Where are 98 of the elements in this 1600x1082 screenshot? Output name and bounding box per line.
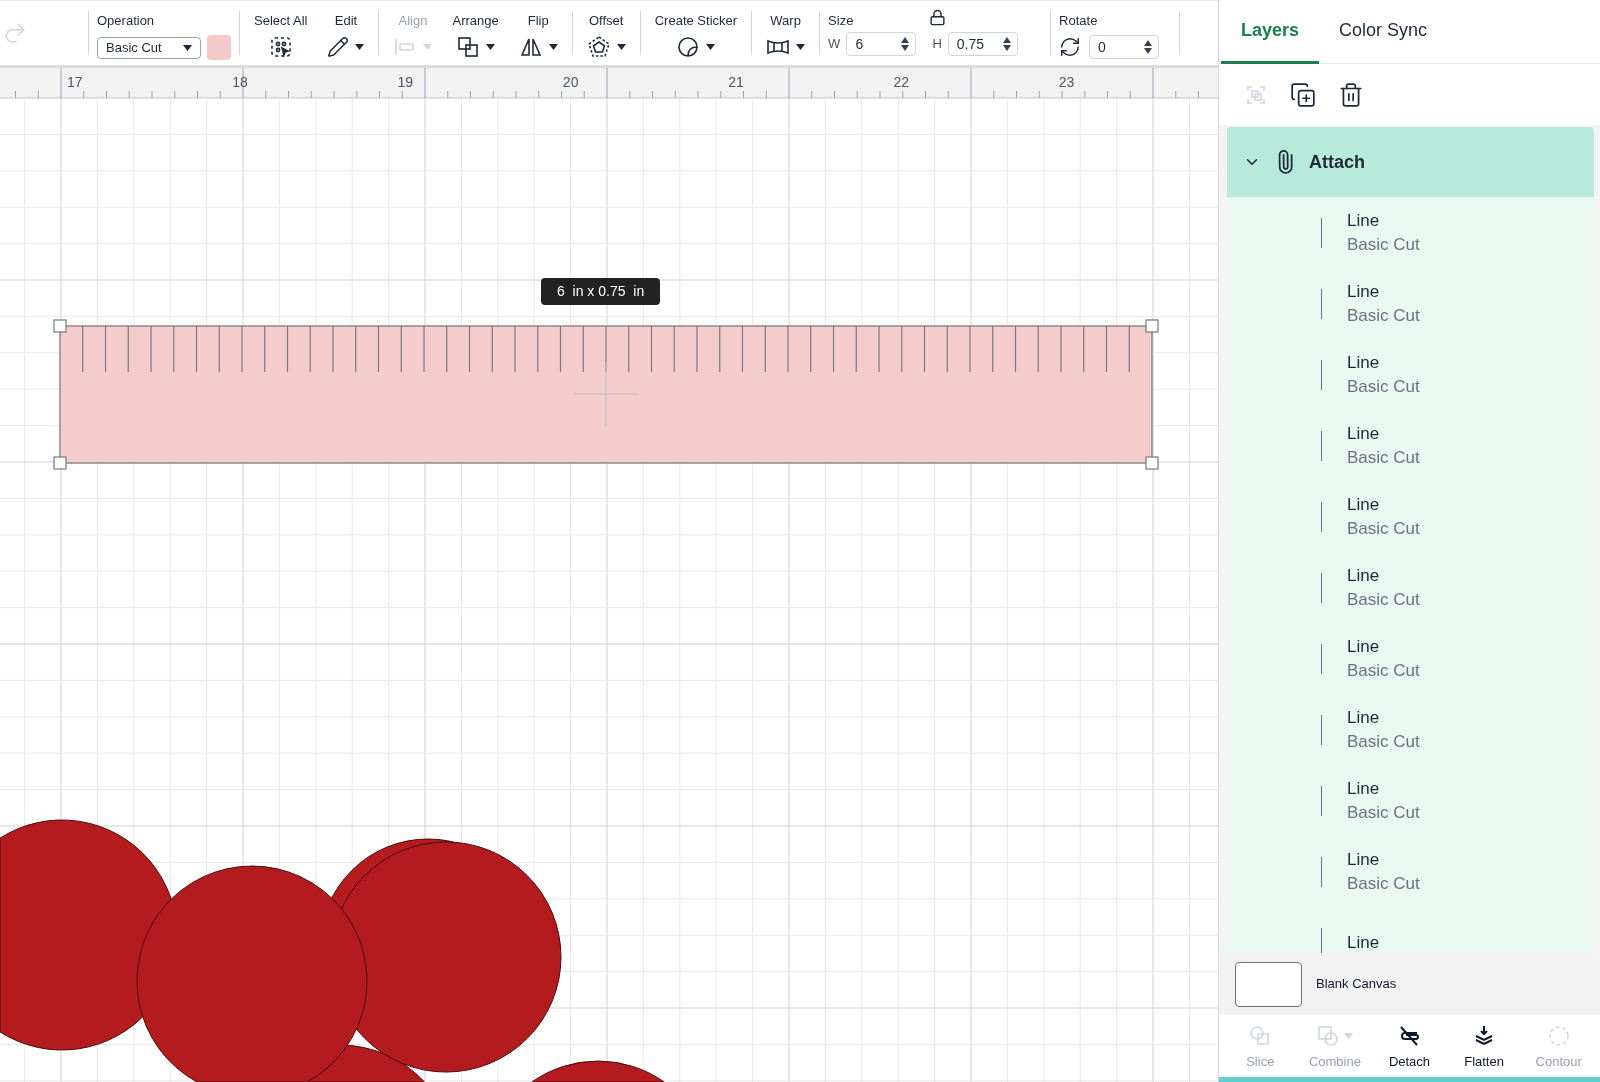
caret-icon xyxy=(1344,1033,1354,1039)
width-field[interactable]: 6 xyxy=(846,32,917,56)
layer-row[interactable]: Line Basic Cut xyxy=(1227,765,1594,836)
layer-operation: Basic Cut xyxy=(1347,233,1420,256)
caret-icon xyxy=(183,44,193,51)
layer-group-header[interactable]: Attach xyxy=(1227,127,1594,197)
toolbar-button[interactable]: Arrange xyxy=(446,1,505,65)
layer-row[interactable]: Line Basic Cut xyxy=(1227,623,1594,694)
ruler-label: 18 xyxy=(232,74,248,90)
offset-icon xyxy=(586,35,611,59)
bottom-action-button[interactable]: Flatten xyxy=(1449,1015,1520,1077)
spinner-icon[interactable] xyxy=(1144,40,1153,54)
layer-color-swatch[interactable] xyxy=(207,35,231,60)
toolbar-button[interactable]: Select All xyxy=(248,1,314,65)
resize-handle[interactable] xyxy=(1145,319,1159,333)
select-all-icon xyxy=(268,35,293,59)
arrange-icon xyxy=(456,35,481,59)
caret-icon xyxy=(423,44,433,50)
layer-name: Line xyxy=(1347,209,1381,232)
layer-row[interactable]: Line xyxy=(1227,907,1594,953)
spinner-icon[interactable] xyxy=(901,37,910,51)
layer-row[interactable]: Line Basic Cut xyxy=(1227,481,1594,552)
height-field[interactable]: 0.75 xyxy=(947,32,1018,56)
rotate-icon[interactable] xyxy=(1059,36,1082,58)
layer-name: Line xyxy=(1347,635,1381,658)
sticker-icon xyxy=(676,35,701,59)
layer-name: Line xyxy=(1347,931,1380,953)
panel-tab[interactable]: Color Sync xyxy=(1319,0,1448,64)
detach-icon xyxy=(1397,1024,1422,1048)
layer-operation: Basic Cut xyxy=(1347,872,1420,895)
canvas-name: Blank Canvas xyxy=(1316,975,1397,994)
layer-operation: Basic Cut xyxy=(1347,375,1420,398)
ruler-label: 19 xyxy=(397,74,414,90)
ruler-label: 22 xyxy=(893,74,909,90)
layer-row[interactable]: Line Basic Cut xyxy=(1227,410,1594,481)
layer-operation: Basic Cut xyxy=(1347,446,1420,469)
toolbar-button[interactable]: Flip xyxy=(512,1,564,65)
combine-icon xyxy=(1316,1024,1341,1048)
resize-handle[interactable] xyxy=(53,456,67,470)
rotate-label: Rotate xyxy=(1059,13,1099,29)
canvas-row[interactable]: Blank Canvas xyxy=(1219,953,1600,1015)
width-label: W xyxy=(828,35,841,54)
toolbar-button[interactable]: Offset xyxy=(580,1,632,65)
caret-icon xyxy=(616,44,626,50)
layer-name: Line xyxy=(1347,351,1381,374)
layer-name: Line xyxy=(1347,777,1381,800)
layer-action-button[interactable] xyxy=(1337,80,1365,109)
resize-handle[interactable] xyxy=(1145,456,1159,470)
trash-icon xyxy=(1338,81,1364,108)
operation-select[interactable]: Basic Cut xyxy=(97,36,202,59)
caret-icon xyxy=(486,44,496,50)
resize-handle[interactable] xyxy=(53,319,67,333)
layer-name: Line xyxy=(1347,706,1381,729)
layer-operation: Basic Cut xyxy=(1347,801,1420,824)
group-name: Attach xyxy=(1309,150,1365,174)
operation-label: Operation xyxy=(97,13,156,29)
toolbar-button[interactable]: Warp xyxy=(760,1,812,65)
canvas-thumbnail xyxy=(1235,961,1302,1007)
caret-icon xyxy=(706,44,716,50)
layer-operation: Basic Cut xyxy=(1347,730,1420,753)
layer-name: Line xyxy=(1347,422,1381,445)
ruler-label: 23 xyxy=(1058,74,1075,90)
circles-drawing[interactable] xyxy=(0,819,665,1082)
layer-name: Line xyxy=(1347,848,1381,871)
layer-name: Line xyxy=(1347,493,1381,516)
toolbar-button[interactable]: Edit xyxy=(321,1,371,65)
layer-operation: Basic Cut xyxy=(1347,588,1420,611)
layer-row[interactable]: Line Basic Cut xyxy=(1227,552,1594,623)
rotate-field[interactable]: 0 xyxy=(1089,35,1160,59)
duplicate-icon xyxy=(1290,81,1316,108)
caret-icon xyxy=(355,44,365,50)
layer-name: Line xyxy=(1347,564,1381,587)
bottom-action-button[interactable]: Detach xyxy=(1374,1015,1445,1077)
layer-row[interactable]: Line Basic Cut xyxy=(1227,197,1594,268)
caret-icon xyxy=(796,44,806,50)
caret-icon xyxy=(548,44,558,50)
ruler-label: 17 xyxy=(67,74,83,90)
layer-row[interactable]: Line Basic Cut xyxy=(1227,268,1594,339)
layer-operation: Basic Cut xyxy=(1347,304,1420,327)
contour-icon xyxy=(1546,1024,1571,1048)
spinner-icon[interactable] xyxy=(1002,37,1011,51)
height-label: H xyxy=(932,35,942,54)
pencil-icon xyxy=(327,36,350,58)
layer-row[interactable]: Line Basic Cut xyxy=(1227,836,1594,907)
layer-name: Line xyxy=(1347,280,1381,303)
layer-action-button[interactable] xyxy=(1289,80,1317,109)
ruler-label: 20 xyxy=(562,74,579,90)
ruler-label: 21 xyxy=(728,74,744,90)
layer-row[interactable]: Line Basic Cut xyxy=(1227,694,1594,765)
toolbar-button[interactable]: Create Sticker xyxy=(648,1,744,65)
layer-operation: Basic Cut xyxy=(1347,517,1420,540)
layer-row[interactable]: Line Basic Cut xyxy=(1227,339,1594,410)
layer-operation: Basic Cut xyxy=(1347,659,1420,682)
panel-tab[interactable]: Layers xyxy=(1221,0,1320,64)
size-tooltip: 6 in x 0.75 in xyxy=(541,278,661,305)
size-label: Size xyxy=(828,13,854,29)
lock-icon[interactable] xyxy=(929,9,947,26)
crosshair-icon xyxy=(573,361,639,427)
